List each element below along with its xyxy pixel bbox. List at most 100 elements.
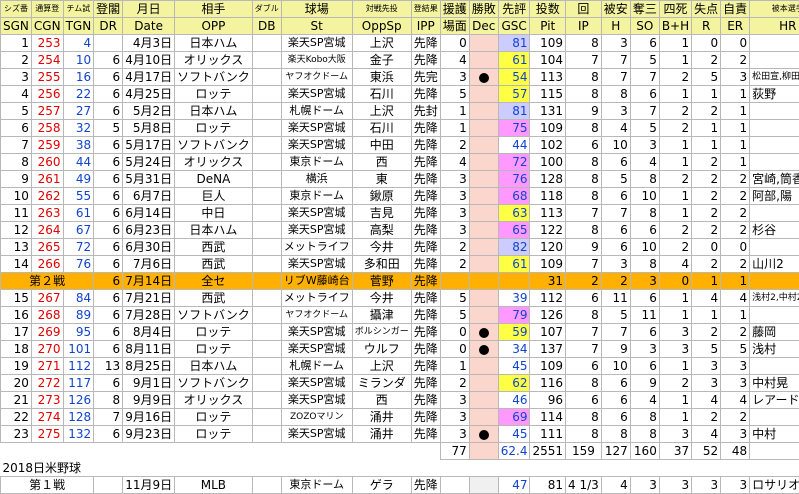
date-cell: 7月14日 <box>123 273 175 290</box>
header-cell: 通算登 <box>31 1 63 18</box>
support-cell: 5 <box>440 86 469 103</box>
tgn-cell: 38 <box>63 137 94 154</box>
ip-cell: 8 <box>566 35 602 52</box>
ip-cell: 9 <box>566 239 602 256</box>
support-cell: 3 <box>440 409 469 426</box>
er-cell: 3 <box>721 375 750 392</box>
hr-batters-cell: 松田宣,柳田,柳田 <box>750 69 799 86</box>
header-row-jp: シズ番通算登チム試登閣月日相手ダブル球場対戦先投登結果援護勝敗先評投数回被安奪三… <box>1 1 799 18</box>
header-cell: SO <box>630 18 659 35</box>
opp-cell: ロッテ <box>175 426 253 443</box>
stadium-cell: 札幌ドーム <box>281 358 352 375</box>
bb-cell: 1 <box>659 392 691 409</box>
gsc-cell: 82 <box>498 239 530 256</box>
stadium-cell: メットライフ <box>281 290 352 307</box>
er-cell: 3 <box>721 477 750 494</box>
er-cell: 2 <box>721 409 750 426</box>
runs-cell: 1 <box>692 137 721 154</box>
opp-cell: ソフトバンク <box>175 69 253 86</box>
opp-cell: ソフトバンク <box>175 375 253 392</box>
stadium-cell: メットライフ <box>281 239 352 256</box>
opp-cell: オリックス <box>175 392 253 409</box>
pitches-cell: 137 <box>530 341 566 358</box>
hits-cell: 4 <box>601 477 630 494</box>
dr-cell: 6 <box>94 307 123 324</box>
ipp-cell: 先降 <box>411 205 440 222</box>
dr-cell: 6 <box>94 273 123 290</box>
ipp-cell: 先降 <box>411 120 440 137</box>
support-cell: 3 <box>440 392 469 409</box>
decision-cell <box>469 307 498 324</box>
ip-cell: 6 <box>566 392 602 409</box>
hits-cell: 11 <box>601 290 630 307</box>
tgn-cell: 27 <box>63 103 94 120</box>
tgn-cell: 16 <box>63 69 94 86</box>
so-cell: 3 <box>630 137 659 154</box>
runs-cell: 1 <box>692 86 721 103</box>
game-row: 62583255月8日ロッテ楽天SP宮城石川先降175109845211 <box>1 120 799 137</box>
header-cell: 登結果 <box>411 1 440 18</box>
date-cell: 11月9日 <box>123 477 175 494</box>
so-cell: 3 <box>630 477 659 494</box>
er-cell: 5 <box>721 341 750 358</box>
tgn-cell: 72 <box>63 239 94 256</box>
ipp-cell: 先完 <box>411 69 440 86</box>
tgn-cell: 67 <box>63 222 94 239</box>
bb-cell: 1 <box>659 154 691 171</box>
bb-cell: 2 <box>659 222 691 239</box>
stadium-cell: ヤフオクドーム <box>281 69 352 86</box>
opp-cell: 中日 <box>175 205 253 222</box>
header-cell: 球場 <box>281 1 352 18</box>
game-row: 112636166月14日中日楽天SP宮城吉見先降363113778122 <box>1 205 799 222</box>
hr-batters-cell <box>750 35 799 52</box>
gsc-cell: 65 <box>498 222 530 239</box>
so-cell: 8 <box>630 256 659 273</box>
cgn-cell: 273 <box>31 392 63 409</box>
decision-cell <box>469 239 498 256</box>
er-cell: 2 <box>721 171 750 188</box>
dr-cell: 6 <box>94 222 123 239</box>
header-cell: Dec <box>469 18 498 35</box>
dr-cell: 6 <box>94 137 123 154</box>
hits-cell: 8 <box>601 86 630 103</box>
ip-cell: 8 <box>566 120 602 137</box>
pitches-cell: 96 <box>530 392 566 409</box>
opp-sp-cell: 西 <box>352 392 411 409</box>
so-cell: 6 <box>630 35 659 52</box>
opp-cell: オリックス <box>175 154 253 171</box>
dr-cell: 6 <box>94 52 123 69</box>
stadium-cell: 楽天SP宮城 <box>281 35 352 52</box>
total-er: 48 <box>721 443 750 460</box>
support-cell: 3 <box>440 222 469 239</box>
gsc-cell: 46 <box>498 392 530 409</box>
support-cell: 2 <box>440 239 469 256</box>
gsc-cell: 44 <box>498 137 530 154</box>
support-cell: 5 <box>440 307 469 324</box>
so-cell: 6 <box>630 86 659 103</box>
er-cell: 1 <box>721 103 750 120</box>
pitches-cell: 102 <box>530 137 566 154</box>
game-row: 92614965月31日DeNA横浜東先降376128858222宮崎,筒香 <box>1 171 799 188</box>
tgn-cell: 95 <box>63 324 94 341</box>
gsc-cell: 81 <box>498 35 530 52</box>
pitches-cell: 120 <box>530 239 566 256</box>
ipp-cell: 先降 <box>411 171 440 188</box>
opp-sp-cell: ミランダ <box>352 375 411 392</box>
ip-cell: 6 <box>566 137 602 154</box>
hits-cell: 6 <box>601 239 630 256</box>
cgn-cell: 254 <box>31 52 63 69</box>
ip-cell: 6 <box>566 290 602 307</box>
dr-cell: 6 <box>94 341 123 358</box>
date-cell: 7月28日 <box>123 307 175 324</box>
opp-cell: オリックス <box>175 52 253 69</box>
header-row-en: SGNCGNTGNDRDateOPPDBStOppSpIPP場面DecGSCPi… <box>1 18 799 35</box>
header-cell: Pit <box>530 18 566 35</box>
ip-cell: 7 <box>566 341 602 358</box>
db-cell <box>252 103 281 120</box>
dr-cell: 6 <box>94 290 123 307</box>
dr-cell: 6 <box>94 86 123 103</box>
hr-batters-cell: 杉谷 <box>750 222 799 239</box>
sgn-cell: 4 <box>1 86 32 103</box>
game-label: 第２戦 <box>1 273 94 290</box>
pitching-log-table: シズ番通算登チム試登閣月日相手ダブル球場対戦先投登結果援護勝敗先評投数回被安奪三… <box>0 0 799 494</box>
